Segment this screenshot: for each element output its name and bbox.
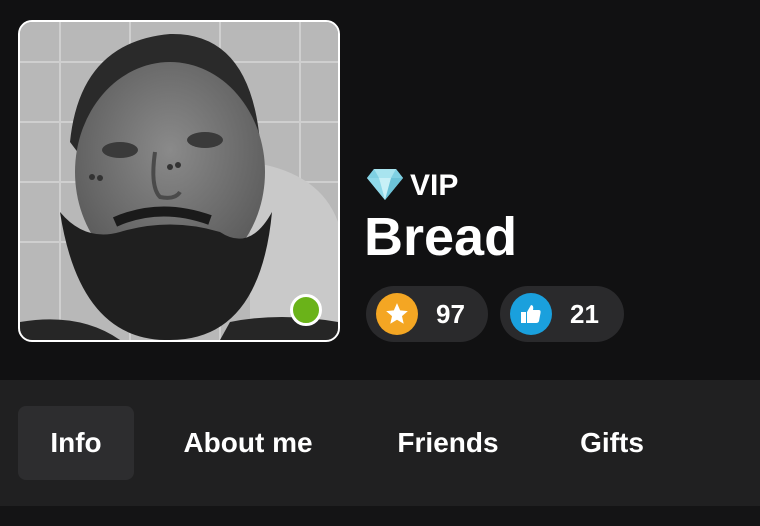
diamond-icon (366, 167, 404, 206)
tab-info[interactable]: Info (18, 406, 134, 480)
star-icon (376, 293, 418, 335)
avatar[interactable] (18, 20, 340, 342)
tab-about-me[interactable]: About me (158, 406, 338, 480)
profile-name: Bread (364, 207, 518, 267)
content-area (0, 506, 760, 526)
thumbs-up-icon (510, 293, 552, 335)
profile-header: VIP Bread 97 21 (0, 0, 760, 380)
tab-friends[interactable]: Friends (372, 406, 524, 480)
stars-stat[interactable]: 97 (366, 286, 488, 342)
vip-badge: VIP (366, 166, 458, 206)
likes-count: 21 (570, 298, 599, 329)
online-status-indicator (290, 294, 322, 326)
profile-tabs: Info About me Friends Gifts (0, 380, 760, 506)
profile-page: VIP Bread 97 21 Info About me Friends Gi… (0, 0, 760, 526)
likes-stat[interactable]: 21 (500, 286, 624, 342)
tab-gifts[interactable]: Gifts (556, 406, 668, 480)
vip-label: VIP (410, 169, 459, 202)
avatar-photo (20, 22, 338, 340)
stars-count: 97 (436, 298, 465, 329)
